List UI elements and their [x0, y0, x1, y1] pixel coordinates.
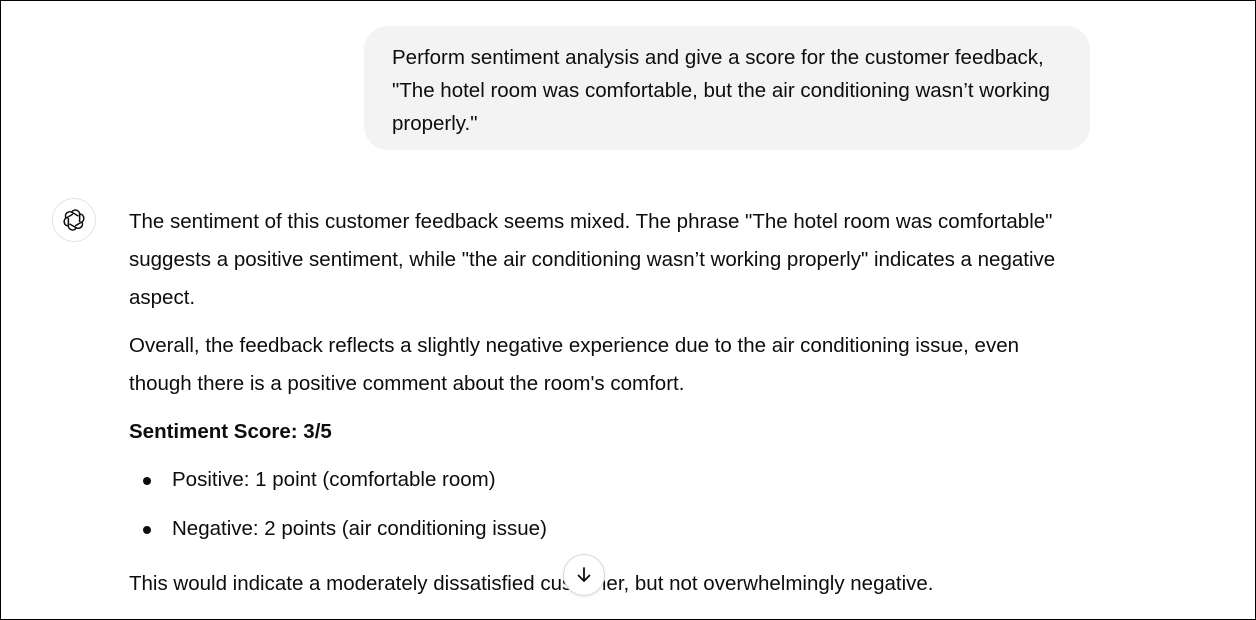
assistant-avatar	[52, 198, 96, 242]
user-message-text: Perform sentiment analysis and give a sc…	[392, 46, 1050, 135]
arrow-down-icon	[577, 567, 591, 582]
scroll-to-bottom-button[interactable]	[563, 554, 605, 596]
list-item-negative: Negative: 2 points (air conditioning iss…	[129, 510, 1074, 548]
assistant-message: The sentiment of this customer feedback …	[129, 203, 1074, 613]
score-breakdown-list: Positive: 1 point (comfortable room) Neg…	[129, 461, 1074, 548]
user-message-bubble: Perform sentiment analysis and give a sc…	[364, 26, 1090, 150]
assistant-paragraph-2: Overall, the feedback reflects a slightl…	[129, 334, 1019, 395]
assistant-paragraph-1: The sentiment of this customer feedback …	[129, 210, 1056, 309]
sentiment-score-heading: Sentiment Score: 3/5	[129, 420, 332, 443]
list-item-positive: Positive: 1 point (comfortable room)	[129, 461, 1074, 499]
openai-logo-icon	[63, 209, 85, 231]
chat-window: Perform sentiment analysis and give a sc…	[0, 0, 1256, 620]
